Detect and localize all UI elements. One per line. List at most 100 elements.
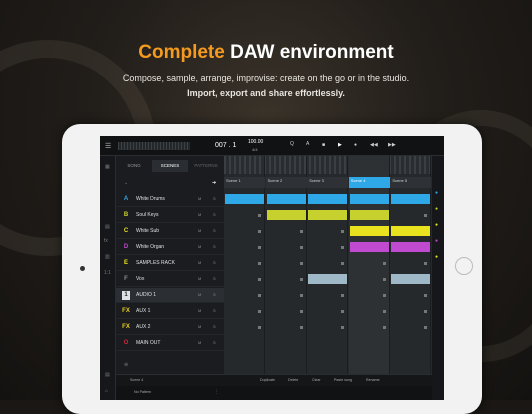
tab-patterns[interactable]: PATTERNS bbox=[188, 160, 224, 172]
solo-button[interactable]: S bbox=[213, 212, 216, 217]
tab-scenes[interactable]: SCENES bbox=[152, 160, 188, 172]
tab-song[interactable]: SONG bbox=[116, 160, 152, 172]
a-button[interactable]: A bbox=[306, 141, 309, 147]
empty-slot[interactable] bbox=[424, 214, 428, 217]
empty-slot[interactable] bbox=[258, 278, 261, 281]
track-row[interactable]: O MAIN OUT M S bbox=[116, 336, 224, 351]
empty-slot[interactable] bbox=[299, 278, 303, 281]
scene-header[interactable]: Scene 3 bbox=[307, 177, 349, 188]
empty-slot[interactable] bbox=[382, 326, 386, 329]
mute-button[interactable]: M bbox=[198, 244, 201, 249]
solo-button[interactable]: S bbox=[213, 228, 216, 233]
scene-dot-icon[interactable]: ● bbox=[435, 206, 438, 212]
mixer-icon[interactable]: ▤ bbox=[105, 224, 110, 230]
solo-button[interactable]: S bbox=[213, 260, 216, 265]
empty-slot[interactable] bbox=[382, 278, 386, 281]
clip-icon[interactable]: ⌂ bbox=[105, 388, 108, 394]
empty-slot[interactable] bbox=[341, 326, 345, 329]
mute-button[interactable]: M bbox=[198, 292, 201, 297]
mute-button[interactable]: M bbox=[198, 324, 201, 329]
keys-icon[interactable]: ▥ bbox=[105, 254, 110, 260]
clip-cell[interactable] bbox=[308, 210, 348, 220]
solo-button[interactable]: S bbox=[213, 276, 216, 281]
clip-cell[interactable] bbox=[266, 210, 306, 220]
chevron-down-icon[interactable]: ⌄ bbox=[124, 180, 128, 186]
scene-header[interactable]: Scene 4 bbox=[348, 177, 390, 188]
empty-slot[interactable] bbox=[299, 246, 303, 249]
forward-icon[interactable]: ▶▶ bbox=[388, 142, 396, 148]
empty-slot[interactable] bbox=[341, 230, 345, 233]
rewind-icon[interactable]: ◀◀ bbox=[370, 142, 378, 148]
empty-slot[interactable] bbox=[299, 262, 303, 265]
track-row[interactable]: FX AUX 1 M S bbox=[116, 304, 224, 319]
solo-button[interactable]: S bbox=[213, 324, 216, 329]
solo-button[interactable]: S bbox=[213, 292, 216, 297]
rename-button[interactable]: Rename bbox=[366, 378, 380, 382]
scene-header[interactable]: Scene 1 bbox=[224, 177, 265, 188]
mute-button[interactable]: M bbox=[198, 212, 201, 217]
fx-icon[interactable]: fx bbox=[104, 238, 108, 244]
clip-cell[interactable] bbox=[349, 242, 389, 252]
empty-slot[interactable] bbox=[382, 310, 386, 313]
track-row[interactable]: D White Organ M S bbox=[116, 240, 224, 255]
clip-cell[interactable] bbox=[308, 274, 348, 284]
clip-cell[interactable] bbox=[349, 194, 389, 204]
clip-cell[interactable] bbox=[391, 274, 431, 284]
empty-slot[interactable] bbox=[341, 310, 345, 313]
stop-icon[interactable]: ■ bbox=[322, 142, 325, 148]
empty-slot[interactable] bbox=[299, 326, 303, 329]
mute-button[interactable]: M bbox=[198, 340, 201, 345]
clear-button[interactable]: Clear bbox=[312, 378, 321, 382]
track-row[interactable]: F Vox M S bbox=[116, 272, 224, 287]
scene-dot-icon[interactable]: ● bbox=[435, 238, 438, 244]
clip-cell[interactable] bbox=[391, 242, 431, 252]
clip-cell[interactable] bbox=[391, 226, 431, 236]
add-track-icon[interactable]: ⊕ bbox=[124, 362, 128, 368]
track-row[interactable]: E SAMPLES RACK M S bbox=[116, 256, 224, 271]
track-row[interactable]: FX AUX 2 M S bbox=[116, 320, 224, 335]
solo-button[interactable]: S bbox=[213, 244, 216, 249]
empty-slot[interactable] bbox=[382, 294, 386, 297]
steps-icon[interactable]: 1:1 bbox=[104, 270, 111, 276]
launch-arrow-icon[interactable]: ➜ bbox=[212, 180, 216, 186]
mute-button[interactable]: M bbox=[198, 228, 201, 233]
mute-button[interactable]: M bbox=[198, 276, 201, 281]
clip-cell[interactable] bbox=[266, 194, 306, 204]
duplicate-button[interactable]: Duplicate bbox=[260, 378, 275, 382]
paste-song-button[interactable]: Paste song bbox=[334, 378, 352, 382]
empty-slot[interactable] bbox=[258, 246, 261, 249]
empty-slot[interactable] bbox=[258, 294, 261, 297]
solo-button[interactable]: S bbox=[213, 308, 216, 313]
empty-slot[interactable] bbox=[258, 310, 261, 313]
scene-dot-icon[interactable]: ● bbox=[435, 222, 438, 228]
empty-slot[interactable] bbox=[258, 230, 261, 233]
delete-button[interactable]: Delete bbox=[288, 378, 298, 382]
clip-cell[interactable] bbox=[391, 194, 431, 204]
mute-button[interactable]: M bbox=[198, 196, 201, 201]
track-row[interactable]: B Soul Keys M S bbox=[116, 208, 224, 223]
mute-button[interactable]: M bbox=[198, 308, 201, 313]
clip-cell[interactable] bbox=[349, 226, 389, 236]
tempo-display[interactable]: 100.00 bbox=[248, 139, 263, 145]
clip-cell[interactable] bbox=[349, 210, 389, 220]
scene-header[interactable]: Scene 5 bbox=[390, 177, 432, 188]
empty-slot[interactable] bbox=[382, 262, 386, 265]
empty-slot[interactable] bbox=[424, 262, 428, 265]
menu-icon[interactable]: ☰ bbox=[105, 142, 111, 150]
solo-button[interactable]: S bbox=[213, 340, 216, 345]
empty-slot[interactable] bbox=[258, 214, 261, 217]
scene-dot-icon[interactable]: ● bbox=[435, 190, 438, 196]
empty-slot[interactable] bbox=[341, 294, 345, 297]
empty-slot[interactable] bbox=[341, 246, 345, 249]
empty-slot[interactable] bbox=[424, 294, 428, 297]
play-icon[interactable]: ▶ bbox=[338, 142, 342, 148]
empty-slot[interactable] bbox=[299, 294, 303, 297]
record-icon[interactable]: ● bbox=[354, 142, 357, 148]
more-icon[interactable]: ⋮ bbox=[214, 389, 219, 395]
solo-button[interactable]: S bbox=[213, 196, 216, 201]
empty-slot[interactable] bbox=[424, 310, 428, 313]
track-row[interactable]: C White Sub M S bbox=[116, 224, 224, 239]
home-button[interactable] bbox=[455, 257, 473, 275]
clip-cell[interactable] bbox=[225, 194, 264, 204]
browser-icon[interactable]: ▤ bbox=[105, 372, 110, 378]
